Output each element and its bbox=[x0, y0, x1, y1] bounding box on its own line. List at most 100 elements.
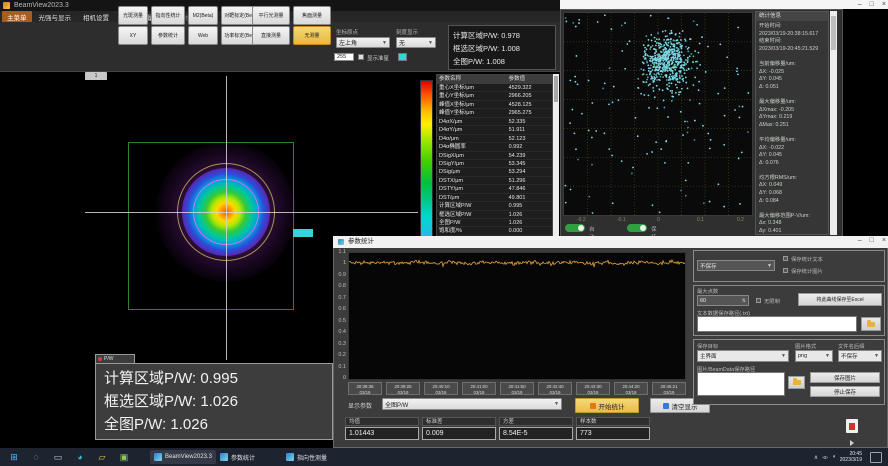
taskbar-app[interactable]: BeamView2023.3 bbox=[150, 450, 216, 464]
table-row[interactable]: D4σY/μm51.911 bbox=[437, 126, 552, 134]
max-points-select[interactable]: 60 ⇅ bbox=[697, 295, 749, 306]
toolbar-button[interactable]: M2(Beta) bbox=[188, 6, 218, 25]
table-row[interactable]: DST/μm49.801 bbox=[437, 194, 552, 202]
table-row[interactable]: 全图P/W1.026 bbox=[437, 219, 552, 227]
beam-display-tab[interactable]: 1 bbox=[85, 72, 107, 80]
search-icon[interactable]: ◌ bbox=[30, 451, 42, 463]
highlight-chip bbox=[293, 229, 313, 237]
table-row[interactable]: D4σX/μm52.335 bbox=[437, 118, 552, 126]
taskbar-app[interactable]: 指向性测量 bbox=[282, 450, 331, 464]
mode-button[interactable]: 焦面测量 bbox=[293, 6, 331, 25]
table-row[interactable]: 计算区域P/W0.995 bbox=[437, 202, 552, 210]
scrollbar-thumb[interactable] bbox=[554, 76, 558, 102]
save-image-checkbox[interactable] bbox=[783, 268, 788, 273]
toolbar-button[interactable]: 参数统计 bbox=[151, 26, 185, 45]
stats-line: Δ: 0.051 bbox=[759, 84, 825, 92]
app-icon bbox=[286, 453, 294, 461]
roi-rectangle[interactable] bbox=[128, 142, 294, 310]
param-value: 51.911 bbox=[507, 126, 552, 133]
threshold-input[interactable]: 255 bbox=[334, 53, 354, 61]
toolbar-button[interactable]: 光斑测量 bbox=[118, 6, 148, 25]
taskbar-app[interactable]: 参数统计 bbox=[216, 450, 259, 464]
unlimited-checkbox[interactable] bbox=[756, 298, 761, 303]
axis-tick-label: 0.9 bbox=[334, 272, 346, 278]
image-format-select[interactable]: png ▼ bbox=[795, 350, 833, 362]
axis-tick-label: 1 bbox=[334, 260, 346, 266]
save-image-button[interactable]: 保存图片 bbox=[810, 372, 880, 383]
table-row[interactable]: 框选区域P/W1.026 bbox=[437, 211, 552, 219]
table-row[interactable]: 饱和度/%0.000 bbox=[437, 227, 552, 235]
mode-button[interactable]: 无测量 bbox=[293, 26, 331, 45]
mode-button[interactable]: 平行光测量 bbox=[252, 6, 290, 25]
table-row[interactable]: DSig/μm53.294 bbox=[437, 168, 552, 176]
browse-text-path-button[interactable] bbox=[861, 317, 881, 331]
close-button[interactable]: × bbox=[882, 236, 886, 248]
toolbar-button[interactable]: XY bbox=[118, 26, 148, 45]
save-target-select[interactable]: 主界面 ▼ bbox=[697, 350, 789, 362]
start-stats-button[interactable]: 开始统计 bbox=[575, 398, 639, 413]
date-label: 03/19 bbox=[539, 390, 571, 396]
menu-item[interactable]: 光强与显示 bbox=[34, 11, 77, 23]
display-toggle[interactable] bbox=[565, 224, 585, 232]
image-path-input[interactable] bbox=[697, 372, 785, 396]
stats-line bbox=[759, 53, 825, 61]
edge-icon[interactable]: ◕ bbox=[74, 451, 86, 463]
start-stats-label: 开始统计 bbox=[599, 401, 625, 411]
axis-tick-label: 0.4 bbox=[334, 329, 346, 335]
table-row[interactable]: DSigX/μm54.239 bbox=[437, 152, 552, 160]
minimize-button[interactable]: – bbox=[858, 0, 862, 9]
table-row[interactable]: DSigY/μm53.345 bbox=[437, 160, 552, 168]
photos-icon[interactable]: ▣ bbox=[118, 451, 130, 463]
save-mode-select[interactable]: 不保存 ▼ bbox=[697, 260, 775, 271]
stats-lines: 开始时间:2023/03/19-20:38:15.617结束时间:2023/03… bbox=[756, 21, 828, 245]
table-row[interactable]: D4σ/μm52.123 bbox=[437, 135, 552, 143]
time-axis-label: 20:45:2103/19 bbox=[652, 382, 686, 395]
stats-line: 2023/03/19-20:45:21.529 bbox=[759, 46, 825, 54]
param-select[interactable]: 全图P/W ▼ bbox=[382, 398, 562, 410]
menu-item[interactable]: 主菜单 bbox=[2, 11, 32, 23]
crosshair-color-swatch[interactable] bbox=[398, 53, 407, 61]
export-excel-button[interactable]: 将此曲线保存至Excel bbox=[798, 293, 882, 306]
mode-button[interactable]: 直接测量 bbox=[252, 26, 290, 45]
origin-select[interactable]: 左上角▼ bbox=[336, 37, 390, 48]
pointing-scatter-plot[interactable] bbox=[563, 12, 753, 216]
text-path-input[interactable] bbox=[697, 316, 857, 332]
pw-trend-chart[interactable] bbox=[348, 252, 686, 380]
crosshair-checkbox[interactable] bbox=[358, 54, 364, 60]
maximize-button[interactable]: □ bbox=[870, 0, 874, 9]
minimize-button[interactable]: – bbox=[858, 236, 862, 248]
stats-line: ΔY: 0.045 bbox=[759, 152, 825, 160]
stats-line: ΔMax: 0.251 bbox=[759, 122, 825, 130]
table-row[interactable]: DSTY/μm47.846 bbox=[437, 185, 552, 193]
toolbar-button[interactable]: 指向性统计 bbox=[151, 6, 185, 25]
record-indicator[interactable] bbox=[846, 419, 858, 433]
table-row[interactable]: 峰值Y坐标/μm2965.275 bbox=[437, 109, 552, 117]
scrollbar-thumb[interactable] bbox=[831, 16, 836, 50]
close-button[interactable]: × bbox=[882, 0, 886, 9]
toolbar-button[interactable]: Web bbox=[188, 26, 218, 45]
maximize-button[interactable]: □ bbox=[870, 236, 874, 248]
scale-select[interactable]: 无▼ bbox=[396, 37, 436, 48]
param-name: D4σ/μm bbox=[437, 135, 507, 142]
system-tray[interactable]: ∧ ◃▹ ◖ 20:45 2023/3/19 bbox=[814, 450, 862, 464]
pw-overlay-box: 计算区域P/W: 0.995框选区域P/W: 1.026全图P/W: 1.026 bbox=[95, 363, 333, 440]
start-button[interactable]: ⊞ bbox=[8, 451, 20, 463]
notification-center-button[interactable] bbox=[870, 452, 882, 463]
file-suffix-select[interactable]: 不保存 ▼ bbox=[838, 350, 882, 362]
menu-item[interactable]: 相机设置 bbox=[78, 11, 114, 23]
table-row[interactable]: 峰值X坐标/μm4528.125 bbox=[437, 101, 552, 109]
file-explorer-icon[interactable]: ▱ bbox=[96, 451, 108, 463]
save-text-checkbox[interactable] bbox=[783, 256, 788, 261]
table-row[interactable]: DSTX/μm51.296 bbox=[437, 177, 552, 185]
stats-window-titlebar[interactable] bbox=[333, 236, 888, 248]
stop-save-button[interactable]: 停止保存 bbox=[810, 386, 880, 397]
taskbar-clock[interactable]: 20:45 2023/3/19 bbox=[840, 451, 862, 463]
overlay-line: 框选区域P/W: 1.026 bbox=[104, 390, 324, 413]
table-row[interactable]: 重心Y坐标/μm2966.205 bbox=[437, 92, 552, 100]
display-toggle[interactable] bbox=[627, 224, 647, 232]
browse-image-path-button[interactable] bbox=[788, 376, 805, 389]
table-row[interactable]: 重心X坐标/μm4529.322 bbox=[437, 84, 552, 92]
task-view-icon[interactable]: ▭ bbox=[52, 451, 64, 463]
save-target-value: 主界面 bbox=[700, 352, 717, 360]
table-row[interactable]: D4σ椭圆率0.992 bbox=[437, 143, 552, 151]
